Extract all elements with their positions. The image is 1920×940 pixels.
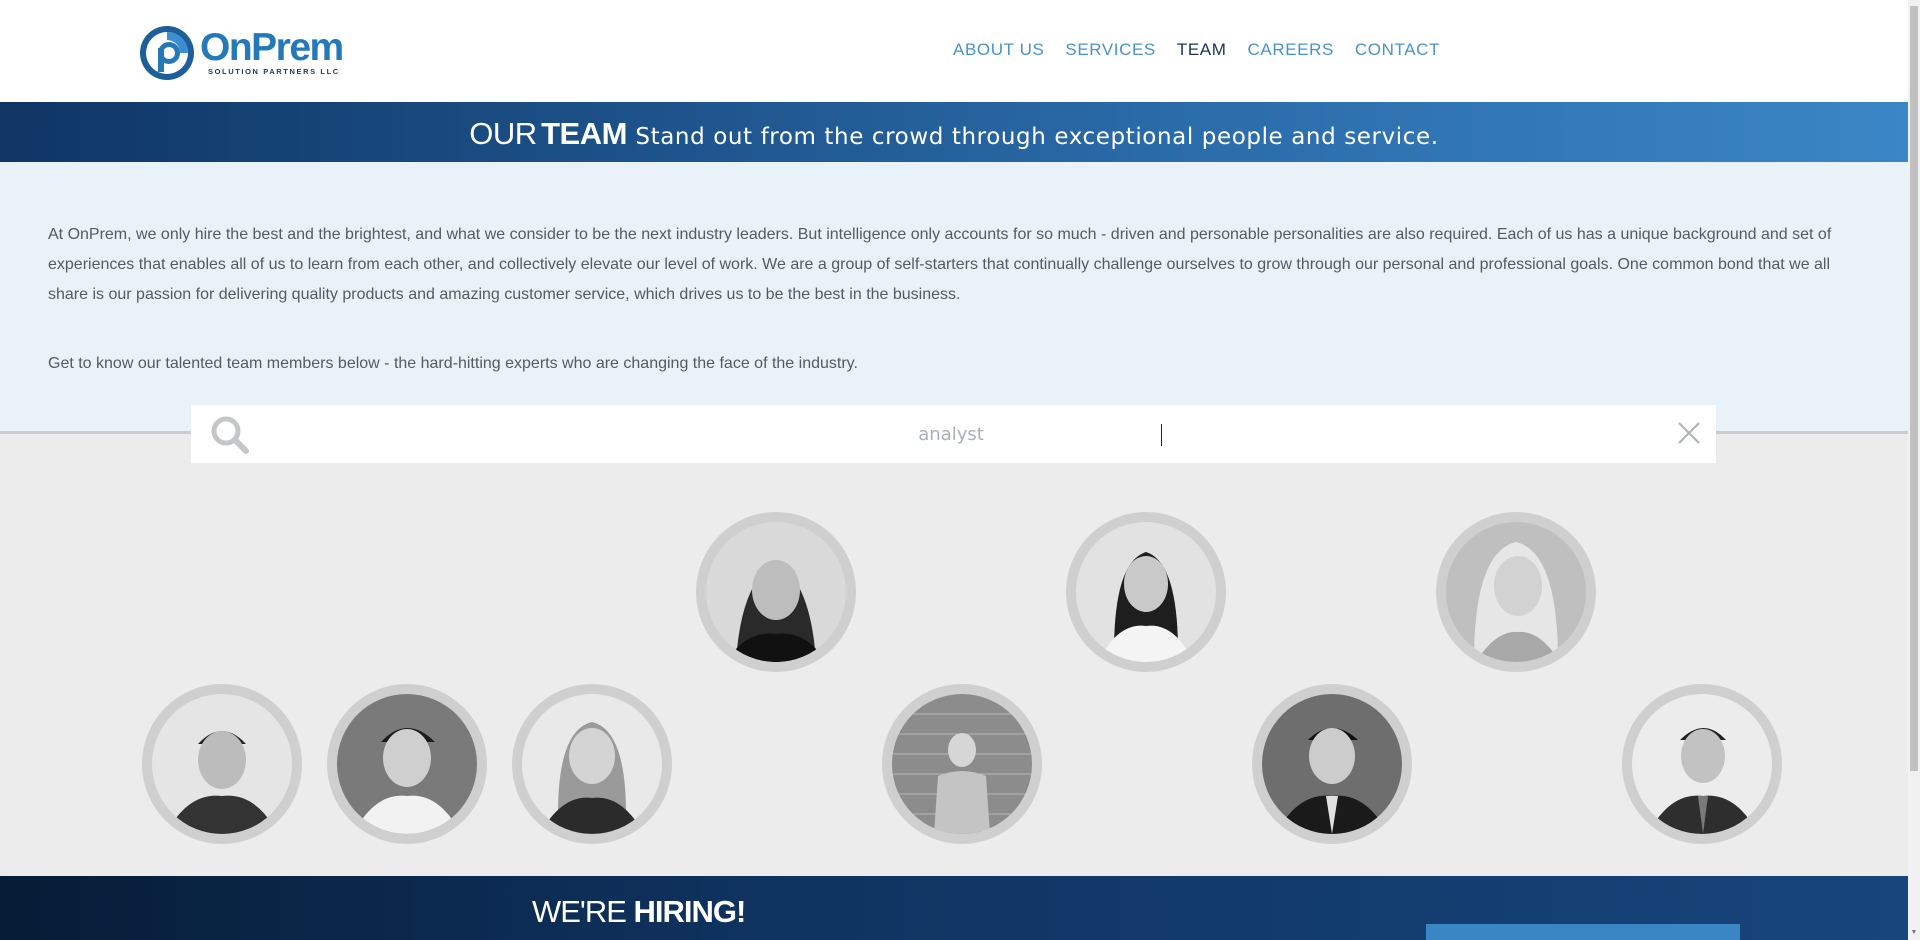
- team-search-bar: [191, 405, 1716, 463]
- avatar: [1262, 694, 1402, 834]
- avatar: [337, 694, 477, 834]
- title-our: OUR: [469, 116, 537, 151]
- hiring-heading: WE'RE HIRING!: [532, 894, 747, 930]
- title-team: TEAM: [541, 116, 627, 151]
- intro-section: At OnPrem, we only hire the best and the…: [0, 162, 1908, 434]
- avatar: [152, 694, 292, 834]
- nav-services[interactable]: SERVICES: [1065, 40, 1155, 60]
- logo-mark-icon: [140, 26, 194, 80]
- title-tagline: Stand out from the crowd through excepti…: [635, 124, 1439, 150]
- page-title-banner: OUR TEAM Stand out from the crowd throug…: [0, 102, 1908, 162]
- team-member-photo[interactable]: [1066, 512, 1226, 672]
- nav-about-us[interactable]: ABOUT US: [953, 40, 1044, 60]
- hiring-bold: HIRING!: [633, 894, 747, 929]
- avatar: [1076, 522, 1216, 662]
- onprem-logo[interactable]: OnPrem SOLUTION PARTNERS LLC: [138, 24, 348, 84]
- brand-tagline: SOLUTION PARTNERS LLC: [208, 67, 340, 76]
- hiring-button[interactable]: [1426, 924, 1740, 940]
- search-icon[interactable]: [209, 414, 251, 456]
- intro-callout: Get to know our talented team members be…: [48, 355, 858, 372]
- team-member-photo[interactable]: [512, 684, 672, 844]
- team-member-photo[interactable]: [882, 684, 1042, 844]
- avatar: [522, 694, 662, 834]
- avatar: [892, 694, 1032, 834]
- scroll-down-icon[interactable]: ▼: [1910, 929, 1918, 937]
- hiring-section: WE'RE HIRING!: [0, 876, 1908, 940]
- avatar: [1632, 694, 1772, 834]
- team-member-photo[interactable]: [142, 684, 302, 844]
- main-nav: ABOUT US SERVICES TEAM CAREERS CONTACT: [953, 40, 1461, 60]
- team-member-photo[interactable]: [1252, 684, 1412, 844]
- close-icon[interactable]: [1676, 420, 1702, 446]
- site-header: OnPrem SOLUTION PARTNERS LLC ABOUT US SE…: [0, 0, 1908, 102]
- search-input[interactable]: [271, 415, 1631, 453]
- nav-careers[interactable]: CAREERS: [1248, 40, 1334, 60]
- team-member-photo[interactable]: [327, 684, 487, 844]
- nav-team[interactable]: TEAM: [1177, 40, 1227, 60]
- intro-paragraph: At OnPrem, we only hire the best and the…: [48, 226, 1832, 303]
- nav-contact[interactable]: CONTACT: [1355, 40, 1440, 60]
- team-member-photo[interactable]: [1436, 512, 1596, 672]
- page-scrollbar[interactable]: ▼: [1908, 0, 1920, 940]
- avatar: [1446, 522, 1586, 662]
- avatar: [706, 522, 846, 662]
- text-caret: [1161, 424, 1162, 446]
- hiring-prefix: WE'RE: [532, 894, 627, 929]
- team-member-photo[interactable]: [1622, 684, 1782, 844]
- brand-name: OnPrem: [200, 26, 344, 69]
- team-member-photo[interactable]: [696, 512, 856, 672]
- scrollbar-thumb[interactable]: [1910, 6, 1918, 771]
- page-title: OUR TEAM Stand out from the crowd throug…: [0, 116, 1908, 152]
